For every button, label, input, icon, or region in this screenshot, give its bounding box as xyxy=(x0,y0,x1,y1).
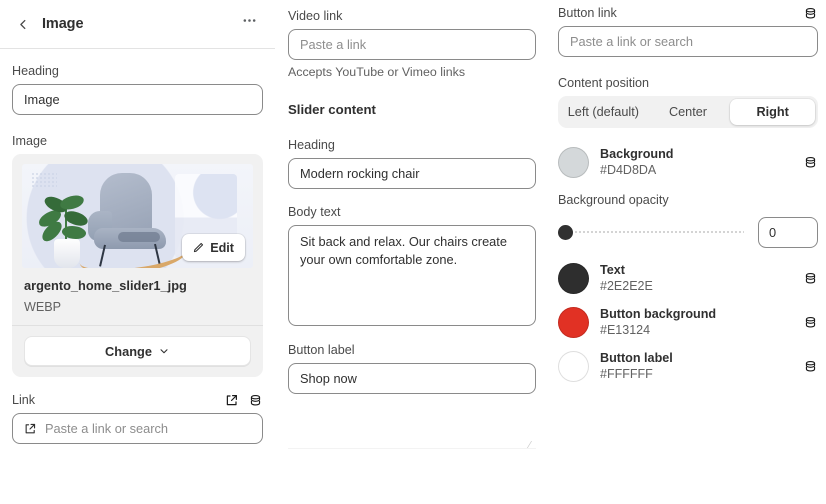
background-opacity-label: Background opacity xyxy=(558,193,669,207)
resize-handle[interactable]: ⁄ xyxy=(529,441,537,451)
slider-content-column: Video link Paste a link Accepts YouTube … xyxy=(275,0,548,504)
button-background-color-swatch[interactable] xyxy=(558,306,589,338)
content-position-segmented-control: Left (default) Center Right xyxy=(558,96,818,128)
background-color-name: Background xyxy=(600,146,674,161)
heading-field-group: Heading Image xyxy=(12,63,263,115)
image-thumbnail[interactable]: Edit xyxy=(22,164,253,268)
video-link-placeholder: Paste a link xyxy=(300,37,367,52)
chevron-down-icon xyxy=(158,345,170,357)
left-body: Heading Image Image Edit argento_home_sl… xyxy=(0,49,275,444)
page-title: Image xyxy=(42,16,84,32)
background-opacity-slider-row: 0 xyxy=(558,213,818,251)
heading-label: Heading xyxy=(12,64,59,78)
button-label-color-name: Button label xyxy=(600,350,673,365)
button-label-color-meta: Button label #FFFFFF xyxy=(600,351,673,382)
image-card: Edit argento_home_slider1_jpg WEBP Chang… xyxy=(12,154,263,377)
button-background-color-meta: Button background #E13124 xyxy=(600,307,716,338)
content-position-label: Content position xyxy=(558,76,650,90)
database-icon[interactable] xyxy=(803,6,818,21)
link-input[interactable]: Paste a link or search xyxy=(12,413,263,444)
panel-header: Image xyxy=(0,0,275,49)
button-background-color-row[interactable]: Button background #E13124 xyxy=(558,300,818,344)
opacity-slider-thumb[interactable] xyxy=(558,225,573,240)
edit-image-button[interactable]: Edit xyxy=(182,234,245,261)
opacity-slider-track xyxy=(568,230,744,234)
change-image-button[interactable]: Change xyxy=(24,336,251,366)
slider-heading-label: Heading xyxy=(288,138,335,152)
button-link-input[interactable]: Paste a link or search xyxy=(558,26,818,57)
appearance-column: Button link Paste a link or search Conte… xyxy=(548,0,826,504)
heading-input[interactable]: Image xyxy=(12,84,263,115)
body-text-textarea[interactable]: Sit back and relax. Our chairs create yo… xyxy=(288,225,536,326)
button-link-label-row: Button link xyxy=(558,5,818,21)
background-color-row[interactable]: Background #D4D8DA xyxy=(558,140,818,184)
text-color-name: Text xyxy=(600,262,625,277)
section-divider xyxy=(288,448,536,449)
image-file-name: argento_home_slider1_jpg xyxy=(24,278,187,293)
database-icon[interactable] xyxy=(803,155,818,170)
button-label-label: Button label xyxy=(288,343,355,357)
button-label-color-hex: #FFFFFF xyxy=(600,366,653,381)
opacity-slider[interactable] xyxy=(558,225,744,240)
chevron-left-icon xyxy=(17,18,30,31)
back-button[interactable] xyxy=(10,11,36,37)
button-link-label: Button link xyxy=(558,6,617,20)
video-link-label: Video link xyxy=(288,9,343,23)
pencil-icon xyxy=(191,241,205,255)
position-option-center[interactable]: Center xyxy=(646,99,731,125)
more-options-button[interactable] xyxy=(235,10,263,38)
link-label: Link xyxy=(12,393,36,407)
link-label-icons xyxy=(224,393,263,408)
plant-illustration xyxy=(36,192,96,268)
database-icon[interactable] xyxy=(803,359,818,374)
background-color-meta: Background #D4D8DA xyxy=(600,147,673,178)
opacity-value-input[interactable]: 0 xyxy=(758,216,818,248)
button-background-color-hex: #E13124 xyxy=(600,322,651,337)
thumbnail-dot-pattern xyxy=(31,172,57,188)
external-link-icon[interactable] xyxy=(224,393,239,408)
external-link-icon xyxy=(23,422,37,436)
change-button-wrapper: Change xyxy=(12,326,263,377)
more-horizontal-icon xyxy=(241,12,258,29)
text-color-hex: #2E2E2E xyxy=(600,278,653,293)
button-background-color-name: Button background xyxy=(600,306,717,321)
background-color-hex: #D4D8DA xyxy=(600,162,657,177)
edit-button-label: Edit xyxy=(210,240,234,255)
button-label-input[interactable]: Shop now xyxy=(288,363,536,394)
video-link-help-text: Accepts YouTube or Vimeo links xyxy=(288,65,466,79)
button-link-placeholder: Paste a link or search xyxy=(570,34,694,49)
position-option-right[interactable]: Right xyxy=(730,99,816,125)
change-button-label: Change xyxy=(105,343,152,359)
database-icon[interactable] xyxy=(803,271,818,286)
body-text-label: Body text xyxy=(288,205,341,219)
database-icon[interactable] xyxy=(803,315,818,330)
link-label-row: Link xyxy=(12,392,263,408)
text-color-meta: Text #2E2E2E xyxy=(600,263,653,294)
image-label: Image xyxy=(12,134,48,148)
video-link-input[interactable]: Paste a link xyxy=(288,29,536,60)
text-color-row[interactable]: Text #2E2E2E xyxy=(558,256,818,300)
background-color-swatch[interactable] xyxy=(558,146,589,178)
image-file-type: WEBP xyxy=(24,300,62,314)
button-label-color-swatch[interactable] xyxy=(558,350,589,382)
slider-content-title: Slider content xyxy=(288,102,376,117)
slider-heading-input[interactable]: Modern rocking chair xyxy=(288,158,536,189)
position-option-left[interactable]: Left (default) xyxy=(561,99,646,125)
database-icon[interactable] xyxy=(248,393,263,408)
button-label-color-row[interactable]: Button label #FFFFFF xyxy=(558,344,818,388)
text-color-swatch[interactable] xyxy=(558,262,589,294)
image-settings-column: Image Heading Image Image Edit argento_h… xyxy=(0,0,275,504)
settings-panel-screen: Image Heading Image Image Edit argento_h… xyxy=(0,0,826,504)
link-input-placeholder: Paste a link or search xyxy=(45,421,169,436)
